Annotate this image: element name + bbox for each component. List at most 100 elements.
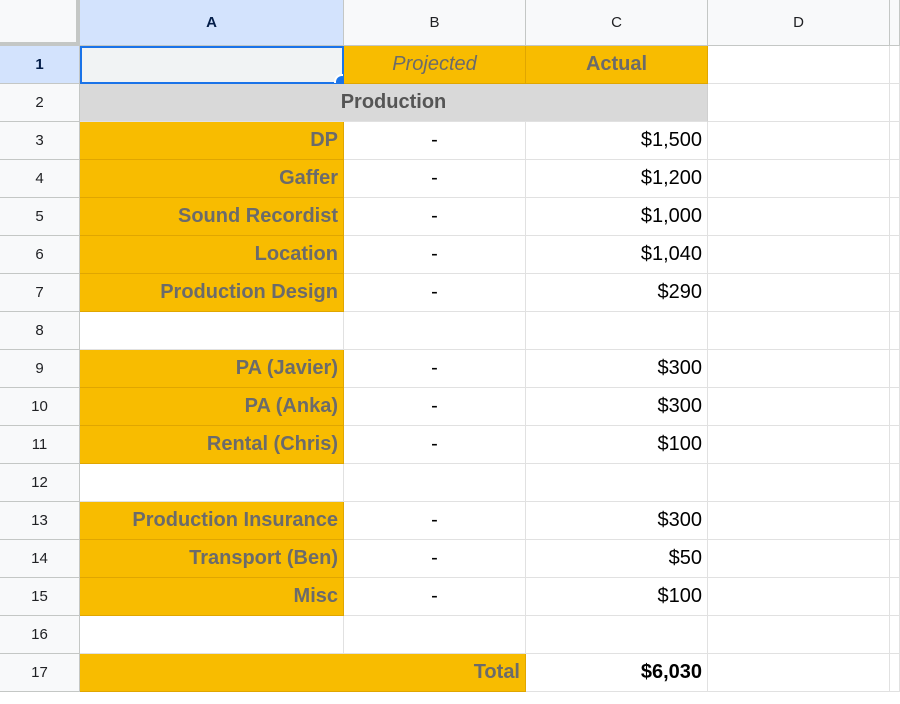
cell-b15-projected[interactable]: - [344,578,526,616]
cell-b11-projected[interactable]: - [344,426,526,464]
cell-a1[interactable] [80,46,344,84]
cell-e16[interactable] [890,616,900,654]
row-header-1[interactable]: 1 [0,46,80,84]
cell-e7[interactable] [890,274,900,312]
cell-e12[interactable] [890,464,900,502]
cell-c1-actual[interactable]: Actual [526,46,708,84]
column-header-b[interactable]: B [344,0,526,46]
cell-b14-projected[interactable]: - [344,540,526,578]
cell-a15-label[interactable]: Misc [80,578,344,616]
cell-c8[interactable] [526,312,708,350]
row-header-5[interactable]: 5 [0,198,80,236]
row-header-14[interactable]: 14 [0,540,80,578]
cell-a6-label[interactable]: Location [80,236,344,274]
cell-d9[interactable] [708,350,890,388]
cell-e5[interactable] [890,198,900,236]
cell-e2[interactable] [890,84,900,122]
cell-d6[interactable] [708,236,890,274]
cell-e13[interactable] [890,502,900,540]
cell-b13-projected[interactable]: - [344,502,526,540]
cell-a9-label[interactable]: PA (Javier) [80,350,344,388]
cell-b16[interactable] [344,616,526,654]
cell-b7-projected[interactable]: - [344,274,526,312]
cell-a8[interactable] [80,312,344,350]
cell-a13-label[interactable]: Production Insurance [80,502,344,540]
cell-a10-label[interactable]: PA (Anka) [80,388,344,426]
cell-e11[interactable] [890,426,900,464]
cell-b9-projected[interactable]: - [344,350,526,388]
cell-a14-label[interactable]: Transport (Ben) [80,540,344,578]
cell-e6[interactable] [890,236,900,274]
cell-e15[interactable] [890,578,900,616]
cell-d10[interactable] [708,388,890,426]
cell-b10-projected[interactable]: - [344,388,526,426]
cell-c7-actual[interactable]: $290 [526,274,708,312]
cell-b5-projected[interactable]: - [344,198,526,236]
cell-b8[interactable] [344,312,526,350]
cell-c10-actual[interactable]: $300 [526,388,708,426]
cell-c14-actual[interactable]: $50 [526,540,708,578]
cell-a17-total-label[interactable]: Total [80,654,526,692]
cell-d14[interactable] [708,540,890,578]
cell-a12[interactable] [80,464,344,502]
row-header-9[interactable]: 9 [0,350,80,388]
row-header-15[interactable]: 15 [0,578,80,616]
cell-c9-actual[interactable]: $300 [526,350,708,388]
row-header-7[interactable]: 7 [0,274,80,312]
cell-e4[interactable] [890,160,900,198]
cell-a2-section-title[interactable]: Production [80,84,708,122]
cell-d5[interactable] [708,198,890,236]
cell-d2[interactable] [708,84,890,122]
cell-a16[interactable] [80,616,344,654]
row-header-4[interactable]: 4 [0,160,80,198]
cell-d12[interactable] [708,464,890,502]
row-header-6[interactable]: 6 [0,236,80,274]
cell-d15[interactable] [708,578,890,616]
cell-a7-label[interactable]: Production Design [80,274,344,312]
cell-c13-actual[interactable]: $300 [526,502,708,540]
cell-c6-actual[interactable]: $1,040 [526,236,708,274]
cell-e10[interactable] [890,388,900,426]
row-header-3[interactable]: 3 [0,122,80,160]
cell-e9[interactable] [890,350,900,388]
cell-c4-actual[interactable]: $1,200 [526,160,708,198]
cell-d4[interactable] [708,160,890,198]
cell-e3[interactable] [890,122,900,160]
cell-d11[interactable] [708,426,890,464]
cell-d7[interactable] [708,274,890,312]
cell-e8[interactable] [890,312,900,350]
cell-a5-label[interactable]: Sound Recordist [80,198,344,236]
cell-b3-projected[interactable]: - [344,122,526,160]
column-header-overflow[interactable] [890,0,900,46]
row-header-10[interactable]: 10 [0,388,80,426]
cell-d13[interactable] [708,502,890,540]
cell-d16[interactable] [708,616,890,654]
row-header-2[interactable]: 2 [0,84,80,122]
cell-b1-projected[interactable]: Projected [344,46,526,84]
row-header-11[interactable]: 11 [0,426,80,464]
cell-e17[interactable] [890,654,900,692]
cell-c3-actual[interactable]: $1,500 [526,122,708,160]
cell-c11-actual[interactable]: $100 [526,426,708,464]
cell-e1[interactable] [890,46,900,84]
cell-e14[interactable] [890,540,900,578]
cell-d8[interactable] [708,312,890,350]
select-all-corner[interactable] [0,0,80,46]
cell-c17-total-value[interactable]: $6,030 [526,654,708,692]
column-header-d[interactable]: D [708,0,890,46]
column-header-c[interactable]: C [526,0,708,46]
cell-b12[interactable] [344,464,526,502]
row-header-17[interactable]: 17 [0,654,80,692]
cell-a3-label[interactable]: DP [80,122,344,160]
row-header-16[interactable]: 16 [0,616,80,654]
row-header-12[interactable]: 12 [0,464,80,502]
cell-a4-label[interactable]: Gaffer [80,160,344,198]
cell-a11-label[interactable]: Rental (Chris) [80,426,344,464]
cell-c15-actual[interactable]: $100 [526,578,708,616]
cell-d17[interactable] [708,654,890,692]
row-header-13[interactable]: 13 [0,502,80,540]
cell-d3[interactable] [708,122,890,160]
cell-c16[interactable] [526,616,708,654]
cell-c12[interactable] [526,464,708,502]
cell-c5-actual[interactable]: $1,000 [526,198,708,236]
